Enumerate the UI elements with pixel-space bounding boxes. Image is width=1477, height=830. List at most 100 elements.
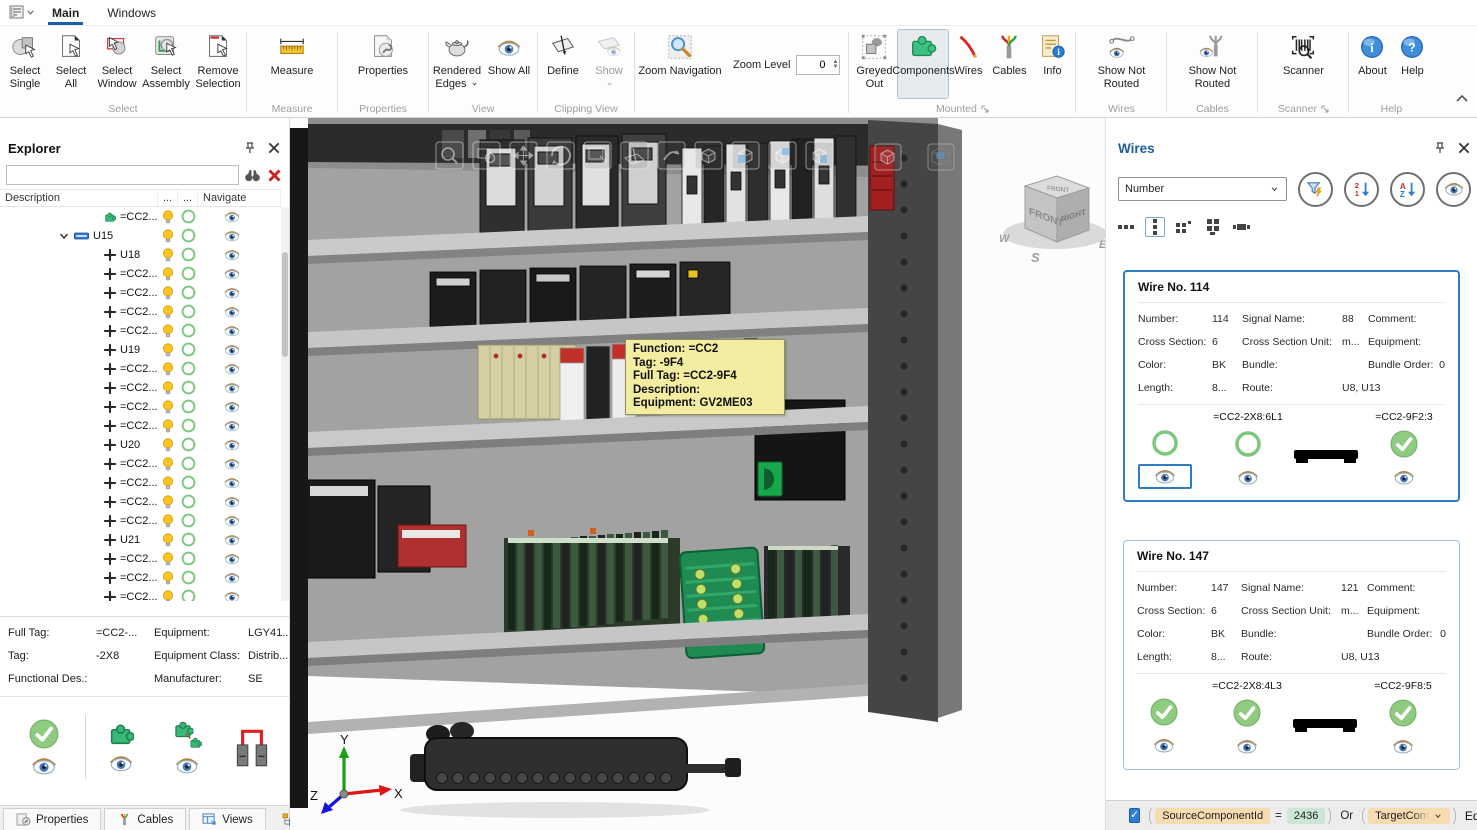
eye-icon[interactable] <box>224 458 240 470</box>
tree-row[interactable]: U20 <box>0 435 281 454</box>
tree-row[interactable]: =CC2... <box>0 454 281 473</box>
eye-icon[interactable] <box>224 534 240 546</box>
tree-row[interactable]: =CC2... <box>0 397 281 416</box>
ring-icon[interactable] <box>181 266 196 281</box>
select-window-button[interactable]: Select Window <box>94 29 140 99</box>
ring-icon[interactable] <box>181 380 196 395</box>
bulb-icon[interactable] <box>162 343 174 357</box>
tree-row[interactable]: U21 <box>0 530 281 549</box>
remove-selection-button[interactable]: Remove Selection <box>192 29 244 99</box>
bulb-icon[interactable] <box>162 400 174 414</box>
eye-icon[interactable] <box>224 439 240 451</box>
ring-icon[interactable] <box>181 285 196 300</box>
ring-icon[interactable] <box>181 532 196 547</box>
view-mode-detail-button[interactable] <box>1232 217 1252 237</box>
clear-search-icon[interactable] <box>266 168 283 183</box>
3d-viewport[interactable]: W S E FRONT RIGHT FRONT Y X Z <box>290 118 1105 830</box>
bulb-icon[interactable] <box>162 248 174 262</box>
select-assembly-button[interactable]: Select Assembly <box>140 29 192 99</box>
filter-conjunction[interactable]: Or <box>1340 810 1353 822</box>
view-mode-column-button[interactable] <box>1145 217 1165 237</box>
tree-row[interactable]: U15 <box>0 226 281 245</box>
tree-row[interactable]: =CC2... <box>0 511 281 530</box>
zoom-level-spinner[interactable]: ▲▼ <box>832 60 838 70</box>
wires-button[interactable]: Wires <box>949 29 987 99</box>
eye-toggle[interactable] <box>1220 734 1274 759</box>
tree-row[interactable]: =CC2... <box>0 283 281 302</box>
filter-field2-chip[interactable]: TargetCom <box>1368 808 1450 824</box>
tree-row[interactable]: =CC2... <box>0 378 281 397</box>
tree-row[interactable]: =CC2... <box>0 473 281 492</box>
ring-icon[interactable] <box>181 342 196 357</box>
filter-field-chip[interactable]: SourceComponentId <box>1155 808 1270 824</box>
close-icon[interactable] <box>1457 141 1471 155</box>
eye-icon[interactable] <box>31 757 57 775</box>
measure-button[interactable]: Measure <box>249 29 335 99</box>
bulb-icon[interactable] <box>162 571 174 585</box>
tree-row[interactable]: U19 <box>0 340 281 359</box>
info-button[interactable]: i Info <box>1031 29 1073 99</box>
bulb-icon[interactable] <box>162 381 174 395</box>
ring-icon[interactable] <box>181 475 196 490</box>
bulb-icon[interactable] <box>162 457 174 471</box>
explorer-search-input[interactable] <box>6 165 239 185</box>
eye-toggle-selected[interactable] <box>1138 464 1192 489</box>
bulb-icon[interactable] <box>162 438 174 452</box>
scrollbar-thumb[interactable] <box>282 252 288 357</box>
bulb-icon[interactable] <box>162 210 174 224</box>
eye-icon[interactable] <box>224 572 240 584</box>
tree-row[interactable]: =CC2... <box>0 264 281 283</box>
search-binoculars-icon[interactable] <box>244 168 261 183</box>
dialog-launcher-icon[interactable] <box>1321 105 1329 113</box>
collapse-ribbon-button[interactable] <box>1455 93 1469 103</box>
show-clipping-button[interactable]: Show <box>586 29 632 99</box>
eye-icon[interactable] <box>224 287 240 299</box>
bulb-icon[interactable] <box>162 362 174 376</box>
wire-card-147[interactable]: Wire No. 147 Number:147 Signal Name:121 … <box>1123 540 1460 770</box>
bulb-icon[interactable] <box>162 514 174 528</box>
components-button[interactable]: Components <box>897 29 949 99</box>
ring-icon[interactable] <box>181 513 196 528</box>
bulb-icon[interactable] <box>162 286 174 300</box>
show-not-routed-cables-button[interactable]: Show Not Routed <box>1169 29 1255 99</box>
edit-filter-button[interactable]: Edit Filter <box>1465 809 1477 823</box>
bulb-icon[interactable] <box>162 590 174 602</box>
select-all-button[interactable]: Select All <box>48 29 94 99</box>
view-mode-row-button[interactable] <box>1116 217 1136 237</box>
eye-icon[interactable] <box>224 515 240 527</box>
filter-enabled-checkbox[interactable]: ✓ <box>1129 808 1140 823</box>
rendered-edges-button[interactable]: Rendered Edges <box>431 29 483 99</box>
about-button[interactable]: i About <box>1351 29 1393 99</box>
ring-icon[interactable] <box>181 399 196 414</box>
view-mode-grid-small-button[interactable] <box>1174 217 1194 237</box>
tab-windows[interactable]: Windows <box>93 2 170 24</box>
tree-row[interactable]: =CC2... <box>0 568 281 587</box>
ring-icon[interactable] <box>181 209 196 224</box>
dialog-launcher-icon[interactable] <box>981 105 989 113</box>
puzzle-pair-icon[interactable] <box>170 719 204 749</box>
eye-icon[interactable] <box>224 268 240 280</box>
eye-icon[interactable] <box>224 230 240 242</box>
sort-field-select[interactable]: Number <box>1118 177 1287 201</box>
properties-button[interactable]: Properties <box>340 29 426 99</box>
eye-icon[interactable] <box>224 249 240 261</box>
eye-icon[interactable] <box>224 591 240 602</box>
wire-card-114[interactable]: Wire No. 114 Number:114 Signal Name:88 C… <box>1123 270 1460 502</box>
tree-row[interactable]: =CC2... <box>0 416 281 435</box>
bulb-icon[interactable] <box>162 324 174 338</box>
visibility-button[interactable] <box>1436 172 1471 207</box>
pin-icon[interactable] <box>1433 141 1447 155</box>
tree-row[interactable]: =CC2... <box>0 587 281 601</box>
help-button[interactable]: ? Help <box>1393 29 1431 99</box>
eye-toggle[interactable] <box>1377 465 1431 490</box>
cables-button[interactable]: Cables <box>987 29 1031 99</box>
tab-properties[interactable]: Properties <box>3 808 101 830</box>
ring-icon[interactable] <box>181 494 196 509</box>
zoom-navigation-button[interactable]: Zoom Navigation <box>637 29 723 99</box>
view-mode-grid-button[interactable] <box>1203 217 1223 237</box>
eye-icon[interactable] <box>224 420 240 432</box>
tree-row[interactable]: =CC2... <box>0 321 281 340</box>
eye-icon[interactable] <box>224 325 240 337</box>
show-all-button[interactable]: Show All <box>483 29 535 99</box>
tree-row[interactable]: =CC2... <box>0 302 281 321</box>
